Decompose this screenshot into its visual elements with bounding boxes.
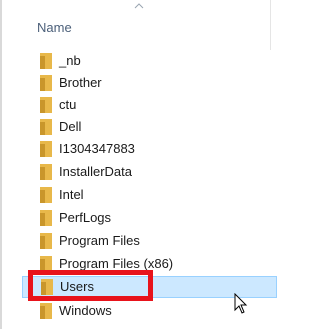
folder-name: Program Files [59,233,140,248]
folder-icon [40,119,52,135]
list-item[interactable]: ctu [2,94,277,116]
folder-icon [40,233,52,249]
folder-name: InstallerData [59,164,132,179]
column-divider[interactable] [270,0,271,50]
folder-icon [40,141,52,157]
folder-icon [40,53,52,69]
file-explorer-pane: Name _nb Brother ctu Dell I1304347883 Install… [0,0,277,329]
folder-name: Windows [59,303,112,318]
folder-icon [40,97,52,113]
mouse-cursor-icon [234,293,248,314]
list-item[interactable]: I1304347883 [2,138,277,160]
list-item[interactable]: Brother [2,72,277,94]
list-item[interactable]: Dell [2,116,277,138]
folder-icon [40,303,52,319]
list-item[interactable]: Program Files [2,230,277,252]
folder-icon [40,164,52,180]
folder-name: Dell [59,119,82,134]
folder-icon [40,187,52,203]
folder-name: _nb [59,53,81,68]
folder-name: Program Files (x86) [59,256,174,271]
list-item[interactable]: _nb [2,50,277,72]
sort-up-icon[interactable] [134,3,144,9]
folder-name: ctu [59,97,77,112]
folder-name: Intel [59,187,84,202]
folder-name: PerfLogs [59,210,112,225]
column-header: Name [2,0,277,50]
name-column-header[interactable]: Name [37,20,72,35]
list-item[interactable]: PerfLogs [2,207,277,229]
list-item[interactable]: InstallerData [2,161,277,183]
folder-name: Brother [59,75,102,90]
folder-icon [40,75,52,91]
folder-icon [40,210,52,226]
folder-name: I1304347883 [59,141,135,156]
highlight-annotation-box [28,270,153,301]
list-item[interactable]: Intel [2,184,277,206]
